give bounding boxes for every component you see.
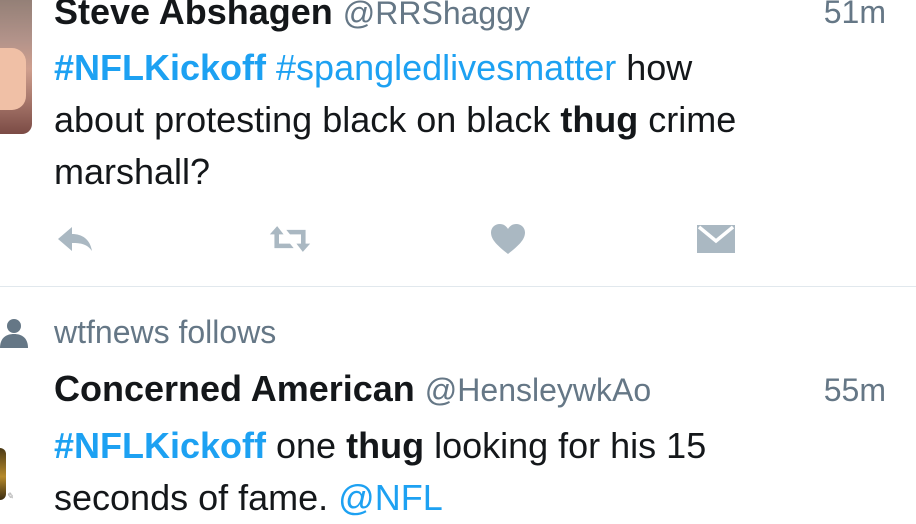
author-handle[interactable]: @HensleywkAo [425,372,651,408]
tweet-text-line: marshall? [54,151,211,192]
author-handle[interactable]: @RRShaggy [343,0,530,31]
reply-icon [58,227,92,251]
author-display-name[interactable]: Steve Abshagen [54,0,333,32]
avatar[interactable] [0,0,32,134]
tweet-text-line: #NFLKickoff one thug looking for his 15 [54,420,904,472]
tweet-text-line: #NFLKickoff #spangledlivesmatter how [54,42,904,94]
hashtag-link[interactable]: #NFLKickoff [54,425,266,466]
tweet-text-line: seconds of fame. @NFL [54,472,904,524]
tweet-text: #NFLKickoff #spangledlivesmatter how abo… [54,42,904,198]
avatar-caption: ✎ [6,492,14,502]
social-context: wtfnews follows [0,314,500,350]
like-button[interactable] [486,219,530,259]
tweet-timestamp[interactable]: 55m [824,374,886,406]
highlighted-keyword: thug [560,99,639,140]
person-icon [0,319,28,348]
text-span: crime [638,99,737,140]
retweet-button[interactable] [268,219,312,259]
tweet-actions [0,219,916,259]
mention-link[interactable]: @NFL [338,477,443,518]
tweet-text-line: about protesting black on black thug cri… [54,94,904,146]
tweet-text: #NFLKickoff one thug looking for his 15 … [54,420,904,524]
hashtag-link[interactable]: #NFLKickoff [54,47,266,88]
highlighted-keyword: thug [346,425,425,466]
tweet-timestamp[interactable]: 51m [824,0,886,28]
author-display-name[interactable]: Concerned American [54,368,415,409]
text-span: how [616,47,693,88]
social-context-text[interactable]: wtfnews follows [54,314,276,350]
hashtag-link[interactable]: #spangledlivesmatter [276,47,616,88]
tweet-1[interactable]: Steve Abshagen @RRShaggy 51m #NFLKickoff… [0,0,916,286]
text-span: looking for his 15 [424,425,707,466]
tweet-divider [0,286,916,287]
heart-icon [491,224,525,254]
author-name[interactable]: Steve Abshagen @RRShaggy [54,0,530,30]
text-span: about protesting black on black [54,99,561,140]
reply-button[interactable] [52,219,96,259]
avatar-face [0,48,26,110]
text-span: seconds of fame. [54,477,339,518]
text-span: one [266,425,347,466]
direct-message-button[interactable] [694,219,738,259]
envelope-icon [697,225,735,253]
retweet-icon [269,226,311,252]
author-name[interactable]: Concerned American @HensleywkAo [54,371,651,407]
text-span [266,47,276,88]
